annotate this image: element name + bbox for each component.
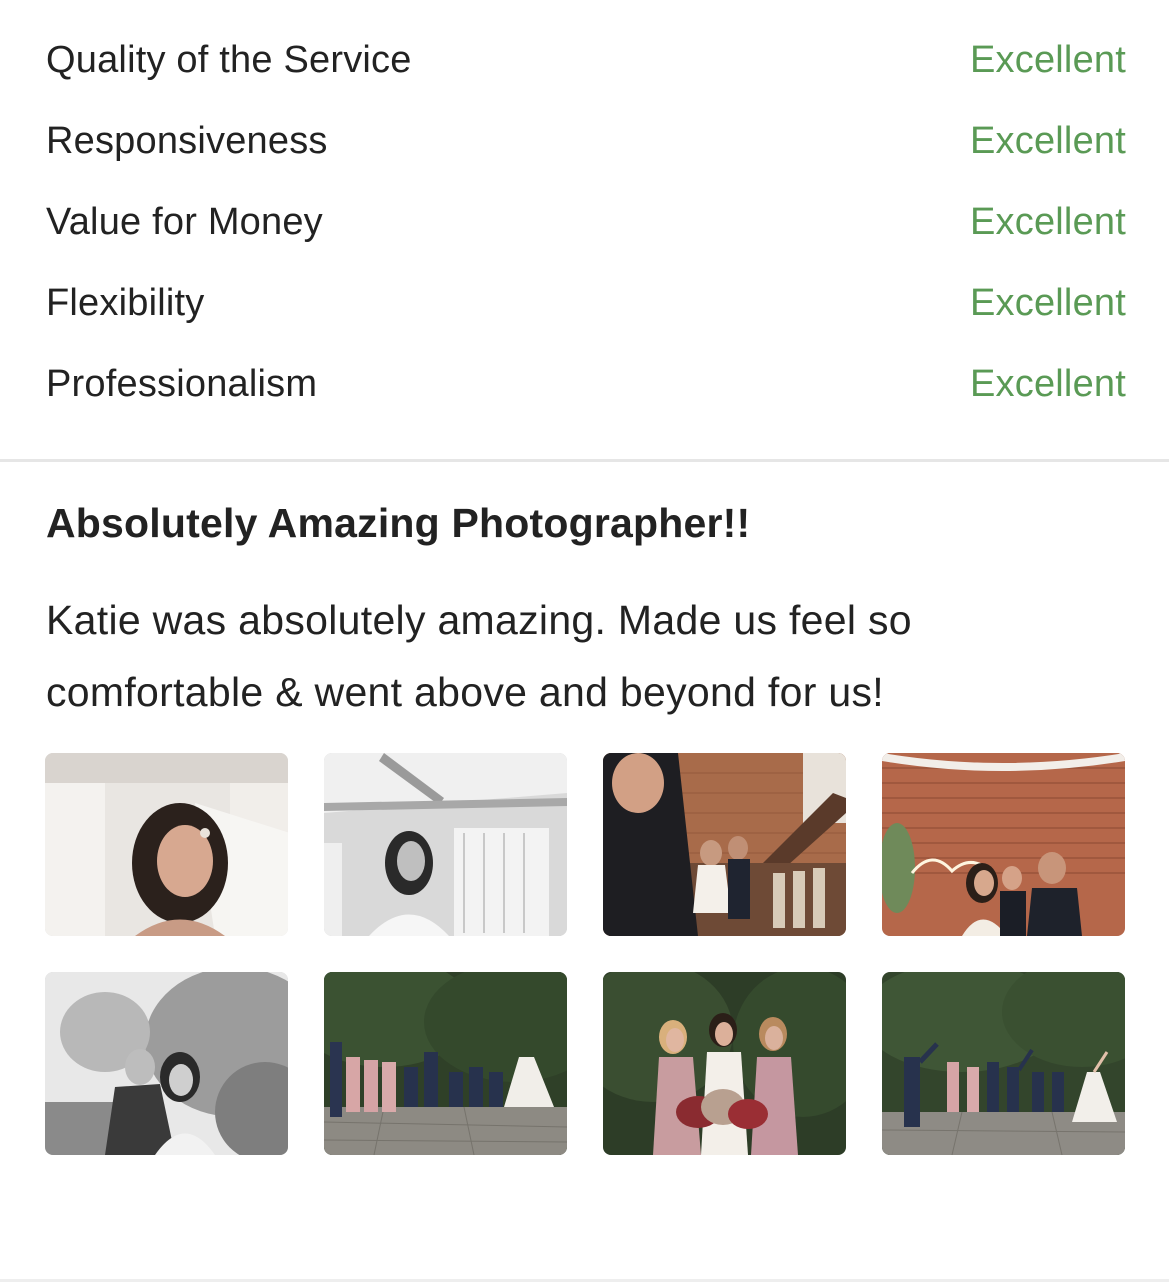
rating-value: Excellent xyxy=(970,39,1126,81)
photo-bride-bridesmaids[interactable] xyxy=(603,972,846,1155)
photo-wedding-party-jumping[interactable] xyxy=(882,972,1125,1155)
rating-row-quality: Quality of the Service Excellent xyxy=(46,20,1126,101)
review-title: Absolutely Amazing Photographer!! xyxy=(46,500,751,546)
review-body-line: Katie was absolutely amazing. Made us fe… xyxy=(46,597,912,643)
photo-bride-portrait-veil[interactable] xyxy=(45,753,288,936)
photo-couple-bw-trees[interactable] xyxy=(45,972,288,1155)
review-body-line: comfortable & went above and beyond for … xyxy=(46,669,884,715)
rating-label: Professionalism xyxy=(46,363,318,405)
review-body: Katie was absolutely amazing. Made us fe… xyxy=(46,584,1106,728)
rating-label: Flexibility xyxy=(46,282,205,324)
rating-label: Value for Money xyxy=(46,201,323,243)
photo-wedding-party-garden[interactable] xyxy=(324,972,567,1155)
ratings-list: Quality of the Service Excellent Respons… xyxy=(46,20,1126,425)
rating-label: Responsiveness xyxy=(46,120,328,162)
rating-value: Excellent xyxy=(970,363,1126,405)
section-divider xyxy=(0,459,1169,462)
rating-row-value-for-money: Value for Money Excellent xyxy=(46,182,1126,263)
photo-aisle-walk[interactable] xyxy=(603,753,846,936)
rating-label: Quality of the Service xyxy=(46,39,412,81)
photo-gallery xyxy=(45,753,1125,1155)
rating-value: Excellent xyxy=(970,282,1126,324)
rating-row-professionalism: Professionalism Excellent xyxy=(46,344,1126,425)
photo-bride-bw-window[interactable] xyxy=(324,753,567,936)
rating-value: Excellent xyxy=(970,120,1126,162)
rating-row-flexibility: Flexibility Excellent xyxy=(46,263,1126,344)
photo-couple-neon-sign[interactable] xyxy=(882,753,1125,936)
rating-value: Excellent xyxy=(970,201,1126,243)
rating-row-responsiveness: Responsiveness Excellent xyxy=(46,101,1126,182)
